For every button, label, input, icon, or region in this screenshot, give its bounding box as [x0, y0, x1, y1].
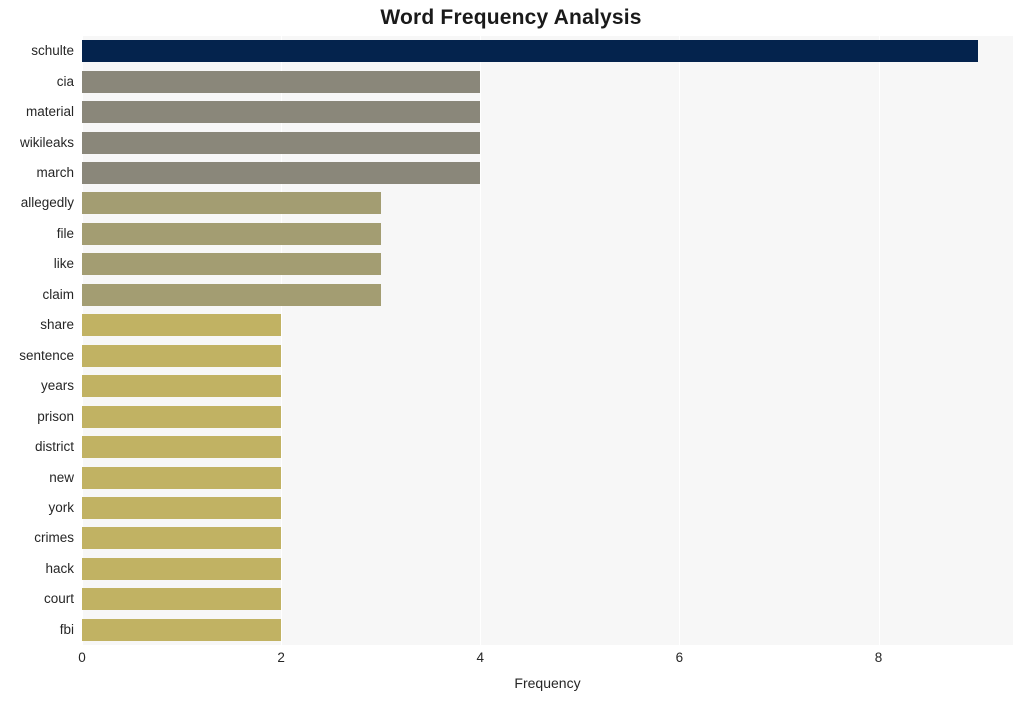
- y-tick-label-cia: cia: [56, 73, 74, 89]
- plot-area: [82, 36, 1013, 645]
- bar-march: [82, 162, 481, 185]
- gridline-x-8: [878, 36, 880, 645]
- bar-fill: [82, 283, 381, 306]
- bar-wikileaks: [82, 131, 481, 154]
- bar-fill: [82, 192, 381, 215]
- y-tick-label-crimes: crimes: [34, 530, 74, 546]
- bar-material: [82, 101, 481, 124]
- bar-fill: [82, 405, 282, 428]
- bar-sentence: [82, 344, 282, 367]
- y-tick-label-fbi: fbi: [59, 621, 74, 637]
- bar-district: [82, 436, 282, 459]
- y-tick-label-file: file: [56, 225, 74, 241]
- bar-like: [82, 253, 381, 276]
- y-tick-label-share: share: [40, 317, 74, 333]
- bar-cia: [82, 70, 481, 93]
- x-tick-label-8: 8: [874, 650, 883, 665]
- bar-prison: [82, 405, 282, 428]
- word-frequency-chart: Word Frequency Analysis schulte cia materi…: [0, 0, 1022, 701]
- bar-years: [82, 375, 282, 398]
- bar-fill: [82, 162, 481, 185]
- page-title: Word Frequency Analysis: [380, 6, 642, 29]
- bar-file: [82, 222, 381, 245]
- bar-share: [82, 314, 282, 337]
- y-tick-label-like: like: [53, 256, 74, 272]
- bar-fill: [82, 314, 282, 337]
- bar-fill: [82, 375, 282, 398]
- y-tick-label-prison: prison: [37, 408, 74, 424]
- y-tick-label-allegedly: allegedly: [20, 195, 74, 211]
- y-tick-label-hack: hack: [45, 560, 74, 576]
- bar-hack: [82, 557, 282, 580]
- y-tick-label-district: district: [34, 439, 74, 455]
- bar-allegedly: [82, 192, 381, 215]
- bar-fill: [82, 222, 381, 245]
- y-tick-label-schulte: schulte: [31, 43, 74, 59]
- bar-fill: [82, 70, 481, 93]
- bar-fill: [82, 253, 381, 276]
- y-tick-label-claim: claim: [42, 286, 74, 302]
- bar-fill: [82, 466, 282, 489]
- y-tick-label-wikileaks: wikileaks: [19, 134, 74, 150]
- y-tick-label-york: york: [48, 499, 74, 515]
- bar-fill: [82, 101, 481, 124]
- bar-crimes: [82, 527, 282, 550]
- bar-fill: [82, 527, 282, 550]
- bar-schulte: [82, 40, 979, 63]
- bar-fbi: [82, 618, 282, 641]
- y-tick-label-sentence: sentence: [19, 347, 74, 363]
- gridline-x-0: [82, 36, 83, 645]
- x-axis-tick-labels: 0 2 4 6 8: [0, 650, 1022, 672]
- bar-fill: [82, 588, 282, 611]
- bar-york: [82, 496, 282, 519]
- bar-fill: [82, 557, 282, 580]
- bar-fill: [82, 618, 282, 641]
- x-tick-label-6: 6: [675, 650, 684, 665]
- gridline-x-4: [480, 36, 482, 645]
- x-tick-label-2: 2: [277, 650, 285, 665]
- y-axis-tick-labels: schulte cia material wikileaks march allegedl…: [0, 36, 74, 645]
- gridline-x-2: [281, 36, 283, 645]
- bar-new: [82, 466, 282, 489]
- x-axis-title: Frequency: [514, 675, 581, 691]
- y-tick-label-new: new: [49, 469, 74, 485]
- bar-fill: [82, 344, 282, 367]
- bar-fill: [82, 40, 979, 63]
- bar-court: [82, 588, 282, 611]
- y-tick-label-court: court: [43, 591, 74, 607]
- y-tick-label-material: material: [25, 104, 74, 120]
- y-tick-label-years: years: [40, 378, 74, 394]
- x-tick-label-4: 4: [476, 650, 485, 665]
- gridline-x-6: [679, 36, 681, 645]
- bar-fill: [82, 436, 282, 459]
- bar-fill: [82, 496, 282, 519]
- bar-claim: [82, 283, 381, 306]
- x-tick-label-0: 0: [78, 650, 86, 665]
- bar-fill: [82, 131, 481, 154]
- y-tick-label-march: march: [36, 165, 74, 181]
